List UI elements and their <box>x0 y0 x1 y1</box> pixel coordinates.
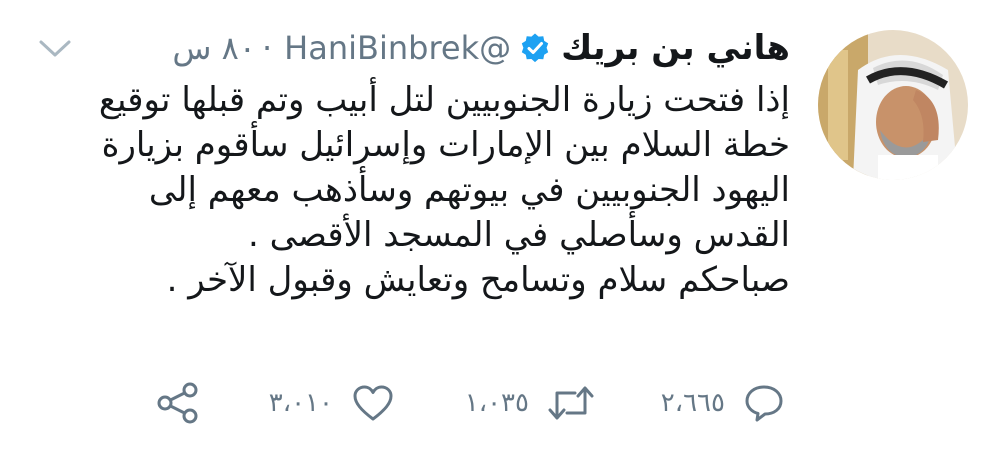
verified-badge-icon <box>519 32 551 64</box>
tweet-text-line: صباحكم سلام وتسامح وتعايش وقبول الآخر . <box>166 260 790 300</box>
retweet-icon <box>547 383 595 423</box>
tweet-text-line: اليهود الجنوبيين في بيوتهم وسأذهب معهم إ… <box>148 170 790 210</box>
like-count: ٣،٠١٠ <box>268 388 333 418</box>
avatar[interactable] <box>818 30 968 180</box>
reply-count: ٢،٦٦٥ <box>660 388 725 418</box>
like-button[interactable]: ٣،٠١٠ <box>269 380 395 426</box>
avatar-image <box>818 30 968 180</box>
tweet-timestamp[interactable]: ٨٠ س <box>172 29 256 67</box>
tweet-actions: ٢،٦٦٥ ١،٠٣٥ ٣،٠١٠ <box>0 380 1000 426</box>
author-name[interactable]: هاني بن بريك <box>561 28 790 68</box>
retweet-count: ١،٠٣٥ <box>464 388 529 418</box>
heart-icon <box>351 383 395 423</box>
author-handle[interactable]: @HaniBinbrek <box>284 29 511 67</box>
share-icon <box>156 382 200 424</box>
tweet-card: هاني بن بريك @HaniBinbrek · ٨٠ س إذا فتح… <box>0 0 1000 451</box>
tweet-header: هاني بن بريك @HaniBinbrek · ٨٠ س <box>172 22 790 74</box>
retweet-button[interactable]: ١،٠٣٥ <box>465 380 595 426</box>
reply-icon <box>743 383 785 423</box>
tweet-text-line: إذا فتحت زيارة الجنوبيين لتل أبيب وتم قب… <box>98 80 790 120</box>
tweet-text: إذا فتحت زيارة الجنوبيين لتل أبيب وتم قب… <box>20 78 790 303</box>
tweet-text-line: خطة السلام بين الإمارات وإسرائيل سأقوم ب… <box>101 125 790 165</box>
header-separator: · <box>261 29 273 67</box>
tweet-text-line: القدس وسأصلي في المسجد الأقصى . <box>247 215 790 255</box>
chevron-down-icon[interactable] <box>38 38 72 60</box>
reply-button[interactable]: ٢،٦٦٥ <box>661 380 785 426</box>
share-button[interactable] <box>156 380 200 426</box>
